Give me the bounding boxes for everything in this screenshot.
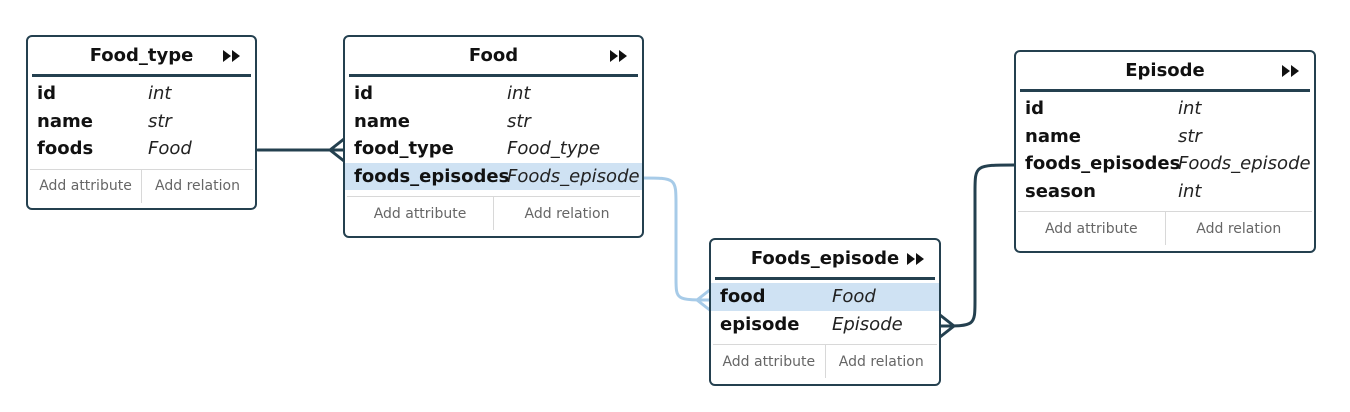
entity-header[interactable]: Food_type — [32, 37, 251, 77]
add-attribute-button[interactable]: Add attribute — [347, 197, 493, 230]
attribute-name: foods — [37, 138, 94, 160]
attribute-type: Foods_episode — [1178, 153, 1311, 175]
attribute-type: Food — [832, 286, 876, 308]
attribute-type: str — [148, 110, 172, 132]
entity-title: Food — [468, 45, 519, 66]
entity-title: Foods_episode — [750, 248, 900, 269]
entity-header[interactable]: Foods_episode — [715, 240, 935, 280]
entity-food-type[interactable]: Food_type id int name str foods Food Add attr… — [26, 35, 257, 210]
attribute-name: name — [37, 110, 93, 132]
entity-footer: Add attribute Add relation — [1018, 211, 1312, 245]
entity-episode[interactable]: Episode id int name str foods_episodes Foods_… — [1014, 50, 1316, 253]
link-food-foods-episode[interactable] — [640, 176, 713, 313]
entity-header[interactable]: Food — [349, 37, 638, 77]
attribute-row[interactable]: id int — [345, 80, 642, 108]
attribute-row[interactable]: name str — [28, 108, 255, 136]
attribute-name: id — [37, 83, 57, 105]
attribute-row[interactable]: id int — [1016, 95, 1314, 123]
attribute-list: id int name str foods_episodes Foods_episode s… — [1016, 92, 1314, 211]
attribute-type: str — [507, 110, 531, 132]
entity-footer: Add attribute Add relation — [30, 168, 253, 203]
attribute-type: Food — [148, 138, 192, 160]
attribute-name: food — [720, 286, 766, 308]
entity-header[interactable]: Episode — [1020, 52, 1310, 92]
attribute-type: Foods_episode — [507, 165, 640, 187]
attribute-type: int — [148, 83, 172, 105]
attribute-row[interactable]: season int — [1016, 178, 1314, 206]
add-relation-button[interactable]: Add relation — [1164, 212, 1313, 245]
entity-footer: Add attribute Add relation — [713, 344, 937, 378]
double-chevron-right-icon[interactable] — [905, 251, 927, 267]
attribute-name: name — [1025, 125, 1081, 147]
attribute-name: id — [1025, 98, 1045, 120]
add-relation-button[interactable]: Add relation — [493, 197, 640, 230]
attribute-list: id int name str foods Food — [28, 77, 255, 169]
add-attribute-button[interactable]: Add attribute — [1018, 212, 1165, 245]
attribute-list: id int name str food_type Food_type foods_epis… — [345, 77, 642, 196]
add-relation-button[interactable]: Add relation — [141, 169, 253, 203]
attribute-type: int — [1178, 98, 1202, 120]
attribute-name: season — [1025, 180, 1096, 202]
add-relation-button[interactable]: Add relation — [824, 345, 938, 378]
attribute-row[interactable]: food Food — [711, 283, 939, 311]
attribute-name: foods_episodes — [354, 165, 510, 187]
double-chevron-right-icon[interactable] — [608, 48, 630, 64]
attribute-name: id — [354, 83, 374, 105]
attribute-row[interactable]: id int — [28, 80, 255, 108]
attribute-type: Food_type — [507, 138, 601, 160]
entity-title: Episode — [1125, 60, 1205, 81]
attribute-name: food_type — [354, 138, 454, 160]
attribute-type: Episode — [832, 313, 903, 335]
attribute-row[interactable]: episode Episode — [711, 311, 939, 339]
entity-footer: Add attribute Add relation — [347, 196, 640, 230]
link-food-type-food[interactable] — [256, 137, 346, 163]
entity-title: Food_type — [89, 45, 194, 66]
add-attribute-button[interactable]: Add attribute — [30, 170, 141, 203]
double-chevron-right-icon[interactable] — [221, 48, 243, 64]
attribute-name: foods_episodes — [1025, 153, 1181, 175]
add-attribute-button[interactable]: Add attribute — [713, 345, 825, 378]
attribute-row[interactable]: foods_episodes Foods_episode — [1016, 150, 1314, 178]
attribute-type: str — [1178, 125, 1202, 147]
attribute-name: name — [354, 110, 410, 132]
entity-foods-episode[interactable]: Foods_episode food Food episode Episode Add… — [709, 238, 941, 386]
attribute-row[interactable]: name str — [1016, 123, 1314, 151]
attribute-row[interactable]: foods_episodes Foods_episode — [345, 162, 642, 190]
double-chevron-right-icon[interactable] — [1280, 63, 1302, 79]
attribute-type: int — [1178, 180, 1202, 202]
link-foods-episode-episode[interactable] — [938, 163, 1017, 339]
attribute-list: food Food episode Episode — [711, 280, 939, 344]
attribute-row[interactable]: foods Food — [28, 135, 255, 163]
entity-food[interactable]: Food id int name str food_type Food_type foods… — [343, 35, 644, 238]
attribute-name: episode — [720, 313, 800, 335]
attribute-row[interactable]: food_type Food_type — [345, 135, 642, 163]
attribute-row[interactable]: name str — [345, 108, 642, 136]
attribute-type: int — [507, 83, 531, 105]
